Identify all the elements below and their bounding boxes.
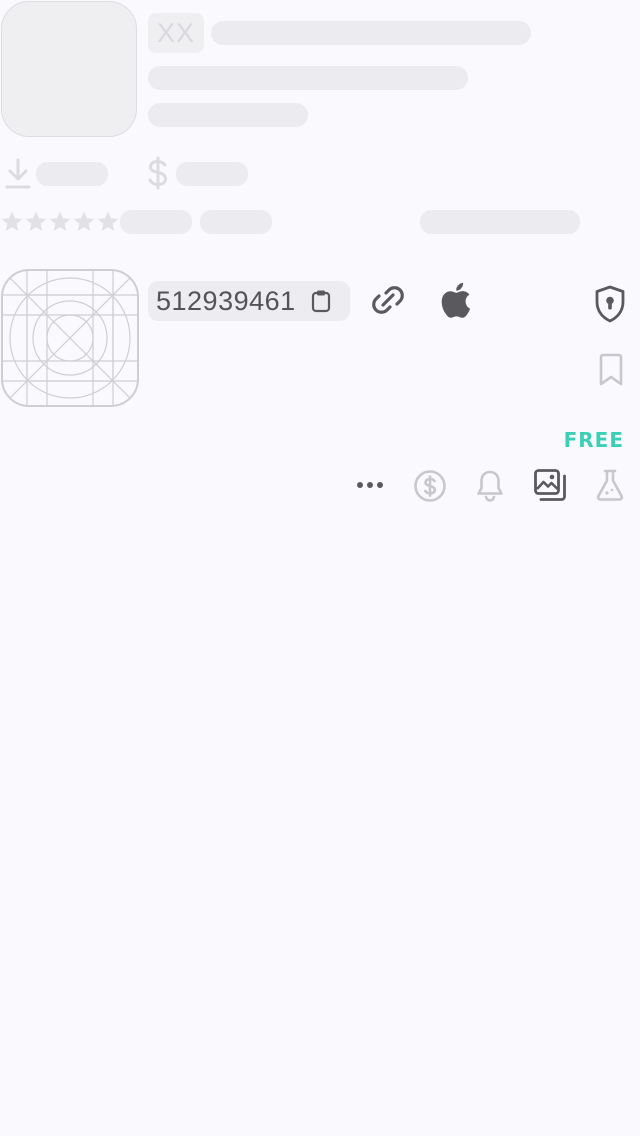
images-icon[interactable] (533, 468, 567, 502)
dollar-circle-icon[interactable] (413, 469, 447, 503)
skeleton-app-icon (1, 1, 137, 137)
rating-stars-icon (1, 211, 119, 231)
icon-grid-placeholder (3, 271, 137, 405)
skeleton-badge: XX (148, 13, 204, 53)
dollar-icon (148, 156, 168, 190)
skeleton-downloads-bar (36, 162, 108, 186)
ellipsis-icon[interactable] (356, 478, 384, 492)
skeleton-subtitle-bar (148, 66, 468, 90)
app-id-copy-button[interactable]: 512939461 (148, 281, 350, 321)
price-label: FREE (563, 428, 624, 452)
app-id-text: 512939461 (156, 285, 296, 316)
skeleton-rating-count-bar (200, 210, 272, 234)
skeleton-price-bar (176, 162, 248, 186)
flask-icon[interactable] (595, 468, 625, 502)
skeleton-category-bar (420, 210, 580, 234)
skeleton-rating-bar (120, 210, 192, 234)
link-icon[interactable] (371, 283, 405, 317)
skeleton-title-bar (211, 21, 531, 45)
apple-icon[interactable] (441, 282, 471, 318)
shield-lock-icon[interactable] (594, 285, 626, 323)
skeleton-developer-bar (148, 103, 308, 127)
download-icon (5, 158, 31, 189)
app-icon-placeholder[interactable] (1, 269, 139, 407)
clipboard-icon (311, 290, 330, 313)
bell-icon[interactable] (475, 469, 505, 503)
bookmark-icon[interactable] (598, 353, 624, 387)
